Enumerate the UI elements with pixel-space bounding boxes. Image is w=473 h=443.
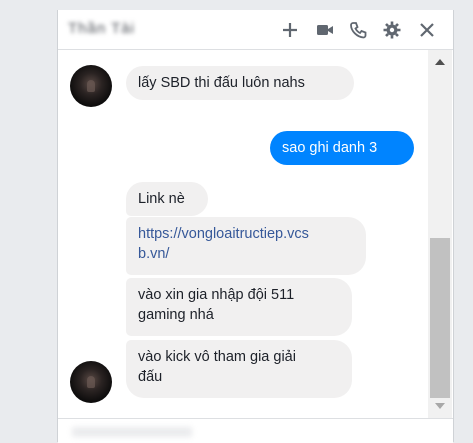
plus-icon[interactable]	[280, 20, 300, 40]
message-composer[interactable]	[58, 418, 453, 443]
close-icon[interactable]	[417, 20, 437, 40]
message-link[interactable]: https://vongloaitructiep.vcs b.vn/	[126, 217, 366, 275]
chat-window: Thần Tài lấy SBD thi đấu luôn nahs sao g…	[57, 10, 454, 443]
composer-placeholder	[72, 427, 192, 437]
message-text-line: gaming nhá	[138, 307, 214, 323]
message-text-line: đấu	[138, 369, 163, 385]
gear-icon[interactable]	[382, 20, 402, 40]
message-bubble[interactable]: vào xin gia nhập đội 511 gaming nhá	[126, 278, 352, 336]
chat-title[interactable]: Thần Tài	[68, 20, 135, 38]
page-background-left	[0, 0, 56, 442]
message-bubble-sent[interactable]: sao ghi danh 3	[270, 131, 414, 165]
chat-header: Thần Tài	[58, 10, 453, 50]
message-list[interactable]: lấy SBD thi đấu luôn nahs sao ghi danh 3…	[58, 50, 428, 418]
message-bubble[interactable]: Link nè	[126, 182, 208, 216]
message-bubble[interactable]: lấy SBD thi đấu luôn nahs	[126, 66, 354, 100]
message-text-line: vào xin gia nhập đội 511	[138, 287, 295, 303]
scroll-up-arrow-icon[interactable]	[435, 59, 445, 65]
message-link-line[interactable]: b.vn/	[138, 244, 354, 264]
page-background-right	[456, 0, 473, 442]
avatar[interactable]	[70, 361, 112, 403]
message-text-line: vào kick vô tham gia giải	[138, 349, 296, 365]
phone-icon[interactable]	[348, 20, 368, 40]
video-icon[interactable]	[315, 20, 335, 40]
message-link-line[interactable]: https://vongloaitructiep.vcs	[138, 224, 354, 244]
avatar[interactable]	[70, 65, 112, 107]
message-bubble[interactable]: vào kick vô tham gia giải đấu	[126, 340, 352, 398]
scroll-down-arrow-icon[interactable]	[435, 403, 445, 409]
scrollbar[interactable]	[428, 50, 452, 418]
scrollbar-thumb[interactable]	[430, 238, 450, 398]
